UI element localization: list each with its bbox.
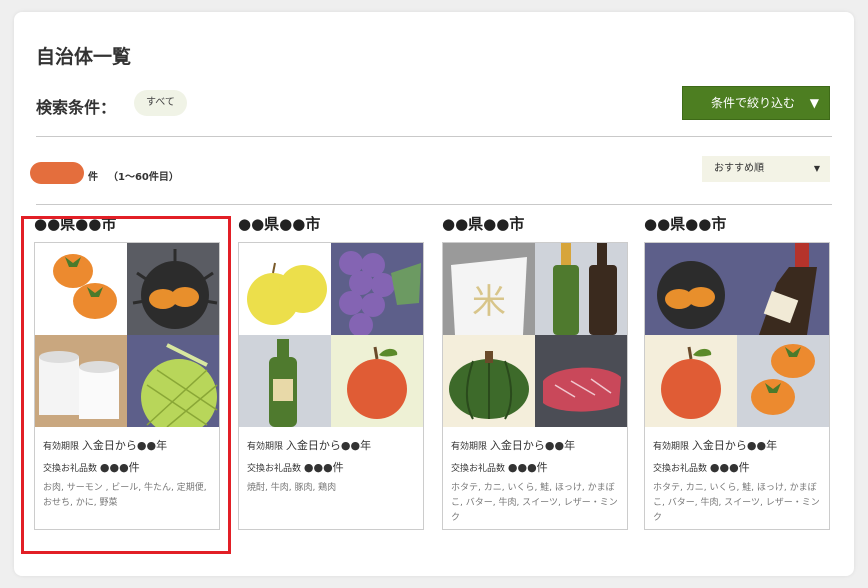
- gift-items: ホタテ, カニ, いくら, 鮭, ほっけ, かまぼこ, バター, 牛肉, スイー…: [451, 483, 618, 523]
- wine-bottle-image: [239, 335, 331, 427]
- exchange-row: 交換お礼品数 ●●●件: [451, 459, 619, 475]
- expiry-row: 有効期限 入金日から●●年: [451, 437, 619, 453]
- municipality-name: ●●県●●市: [442, 215, 525, 233]
- apple-image: [645, 335, 737, 427]
- municipality-name: ●●県●●市: [644, 215, 727, 233]
- card-body: 有効期限 入金日から●●年 交換お礼品数 ●●●件 焼酎, 牛肉, 豚肉, 鶏肉: [238, 242, 424, 530]
- exchange-label: 交換お礼品数: [451, 464, 506, 474]
- exchange-label: 交換お礼品数: [653, 464, 708, 474]
- expiry-row: 有効期限 入金日から●●年: [247, 437, 415, 453]
- exchange-value: ●●●件: [709, 461, 750, 474]
- expiry-value: 入金日から●●年: [489, 439, 576, 452]
- card-info: 有効期限 入金日から●●年 交換お礼品数 ●●●件 ホタテ, カニ, いくら, …: [645, 427, 829, 526]
- triangle-down-icon: ▼: [809, 96, 819, 110]
- exchange-label: 交換お礼品数: [247, 464, 302, 474]
- gift-image-grid: [645, 243, 829, 427]
- result-count-badge: [30, 162, 84, 184]
- card-body: 有効期限 入金日から●●年 交換お礼品数 ●●●件 ホタテ, カニ, いくら, …: [644, 242, 830, 530]
- exchange-value: ●●●件: [507, 461, 548, 474]
- expiry-value: 入金日から●●年: [691, 439, 778, 452]
- filter-button-label: 条件で絞り込む: [711, 96, 796, 110]
- municipality-name: ●●県●●市: [238, 215, 321, 233]
- expiry-label: 有効期限: [653, 442, 690, 452]
- gift-items: 焼酎, 牛肉, 豚肉, 鶏肉: [247, 483, 337, 493]
- pears-image: [239, 243, 331, 335]
- card-info: 有効期限 入金日から●●年 交換お礼品数 ●●●件 ホタテ, カニ, いくら, …: [443, 427, 627, 526]
- highlight-box: [21, 216, 231, 554]
- result-range: （1〜60件目）: [108, 172, 179, 183]
- wine-bottle-dark-image: [737, 243, 829, 335]
- expiry-value: 入金日から●●年: [285, 439, 372, 452]
- exchange-value: ●●●件: [303, 461, 344, 474]
- page-title: 自治体一覧: [36, 46, 132, 68]
- card-body: 米 有効期限 入金日から●●年 交換お礼品数 ●●●件 ホタテ, カニ, いくら…: [442, 242, 628, 530]
- svg-text:米: 米: [472, 282, 506, 322]
- municipality-card[interactable]: ●●県●●市 有効期限 入金日から●●年 交換お礼品数 ●●●件 ホタテ, カニ…: [644, 212, 830, 530]
- expiry-label: 有効期限: [451, 442, 488, 452]
- gift-image-grid: 米: [443, 243, 627, 427]
- sort-selected-label: おすすめ順: [714, 163, 764, 174]
- expiry-row: 有効期限 入金日から●●年: [653, 437, 821, 453]
- condition-chip-all[interactable]: すべて: [134, 90, 187, 116]
- beef-image: [535, 335, 627, 427]
- count-suffix: 件: [88, 172, 98, 183]
- pumpkin-image: [443, 335, 535, 427]
- divider: [36, 204, 832, 205]
- exchange-row: 交換お礼品数 ●●●件: [653, 459, 821, 475]
- result-count-text: 件 （1〜60件目）: [88, 168, 179, 183]
- filter-button[interactable]: 条件で絞り込む ▼: [682, 86, 830, 120]
- bottles-image: [535, 243, 627, 335]
- sort-select[interactable]: おすすめ順 ▼: [702, 156, 830, 182]
- card-info: 有効期限 入金日から●●年 交換お礼品数 ●●●件 焼酎, 牛肉, 豚肉, 鶏肉: [239, 427, 423, 496]
- divider: [36, 136, 832, 137]
- sea-urchin-image: [645, 243, 737, 335]
- exchange-row: 交換お礼品数 ●●●件: [247, 459, 415, 475]
- triangle-down-icon: ▼: [813, 164, 820, 173]
- rice-bag-image: 米: [443, 243, 535, 335]
- gift-items: ホタテ, カニ, いくら, 鮭, ほっけ, かまぼこ, バター, 牛肉, スイー…: [653, 483, 820, 523]
- apple-image: [331, 335, 423, 427]
- gift-image-grid: [239, 243, 423, 427]
- municipality-card[interactable]: ●●県●●市 有効期限 入金日から●●年 交換お礼品数 ●●●件 焼酎, 牛肉,…: [238, 212, 424, 530]
- persimmons-image: [737, 335, 829, 427]
- grapes-image: [331, 243, 423, 335]
- search-conditions-label: 検索条件：: [36, 98, 117, 117]
- municipality-card[interactable]: ●●県●●市 米 有効期限 入金日から●●年 交換お礼品数 ●●●件 ホタテ, …: [442, 212, 628, 530]
- expiry-label: 有効期限: [247, 442, 284, 452]
